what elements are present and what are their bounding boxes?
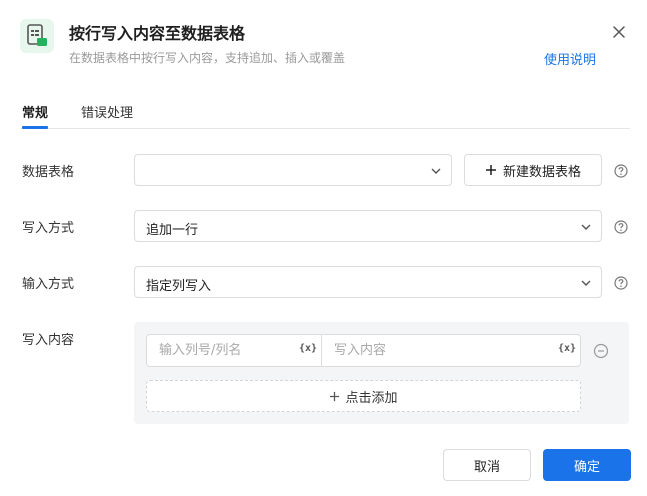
variable-icon[interactable]: {x} xyxy=(299,343,317,354)
add-row-button[interactable]: 点击添加 xyxy=(146,380,581,412)
question-icon[interactable] xyxy=(614,276,628,290)
chevron-down-icon xyxy=(581,224,591,230)
variable-icon[interactable]: {x} xyxy=(558,343,576,354)
data-table-select[interactable] xyxy=(134,154,452,186)
column-value-pair: {x} {x} xyxy=(146,334,581,367)
write-mode-value: 追加一行 xyxy=(146,223,199,238)
dialog-subtitle: 在数据表格中按行写入内容，支持追加、插入或覆盖 xyxy=(69,51,346,65)
input-mode-value: 指定列写入 xyxy=(146,279,212,294)
chevron-down-icon xyxy=(581,280,591,286)
active-tab-indicator xyxy=(22,126,48,129)
data-table-label: 数据表格 xyxy=(22,165,75,180)
question-icon[interactable] xyxy=(614,220,628,234)
plus-icon xyxy=(330,391,340,401)
tab-error-handling[interactable]: 错误处理 xyxy=(81,102,133,121)
cancel-button[interactable]: 取消 xyxy=(443,449,531,481)
question-icon[interactable] xyxy=(614,164,628,178)
help-link[interactable]: 使用说明 xyxy=(544,49,596,68)
add-row-label: 点击添加 xyxy=(345,390,398,406)
write-mode-label: 写入方式 xyxy=(22,221,75,236)
close-icon[interactable] xyxy=(611,24,627,40)
write-content-panel: {x} {x} 点击添加 xyxy=(134,322,629,424)
remove-row-icon[interactable] xyxy=(593,343,609,359)
dialog-title: 按行写入内容至数据表格 xyxy=(69,24,246,43)
write-value-input[interactable] xyxy=(322,335,547,366)
new-data-table-label: 新建数据表格 xyxy=(502,164,581,180)
write-content-label: 写入内容 xyxy=(22,333,75,348)
spreadsheet-icon xyxy=(20,19,54,53)
new-data-table-button[interactable]: 新建数据表格 xyxy=(464,154,602,186)
tab-bar: 常规 错误处理 xyxy=(20,102,630,129)
confirm-button[interactable]: 确定 xyxy=(543,449,631,481)
plus-icon xyxy=(485,165,496,175)
input-mode-label: 输入方式 xyxy=(22,277,75,292)
input-mode-select[interactable]: 指定列写入 xyxy=(134,266,602,298)
column-name-input[interactable] xyxy=(147,335,292,366)
chevron-down-icon xyxy=(431,168,441,174)
write-mode-select[interactable]: 追加一行 xyxy=(134,210,602,242)
tab-general[interactable]: 常规 xyxy=(22,102,48,121)
